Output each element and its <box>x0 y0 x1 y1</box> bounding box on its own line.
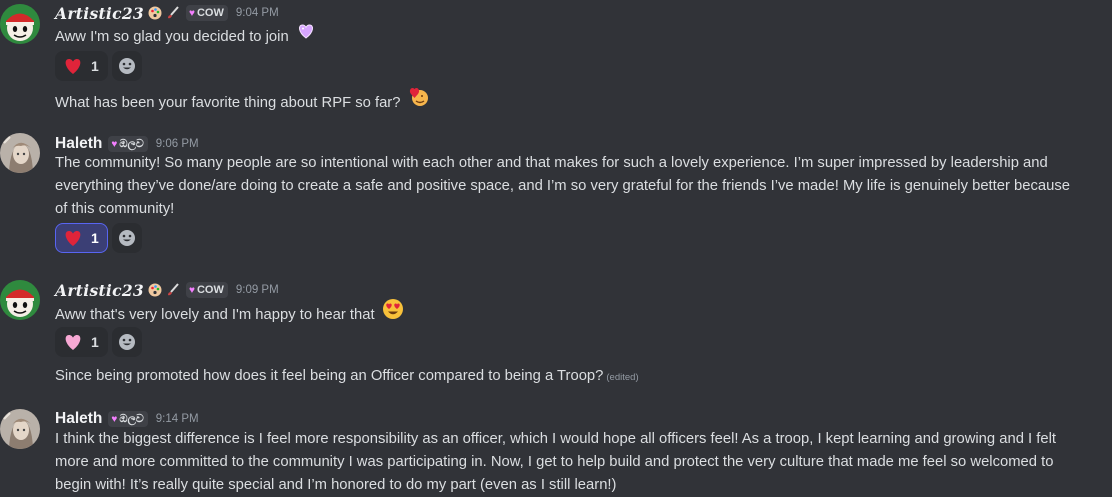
heart-emoji <box>65 231 81 246</box>
message-header: Artistic23 ♥ COW 9:04 PM <box>55 2 279 24</box>
add-reaction-button[interactable] <box>111 223 142 253</box>
add-reaction-button[interactable] <box>111 51 142 81</box>
reaction-count: 1 <box>91 230 99 246</box>
message-text-line: more and more committed to the community… <box>55 453 1054 470</box>
heart-face-emoji <box>408 86 430 116</box>
message-content: Aww I'm so glad you decided to join <box>55 23 316 51</box>
username[interactable]: Artistic23 <box>55 4 144 23</box>
heart-icon: ♥ <box>111 413 118 425</box>
add-reaction-icon <box>118 230 135 246</box>
timestamp[interactable]: 9:06 PM <box>156 138 199 150</box>
paintbrush-icon <box>166 283 180 297</box>
avatar[interactable] <box>0 133 40 173</box>
pink-heart-emoji <box>65 335 81 350</box>
username[interactable]: Artistic23 <box>55 281 144 300</box>
paintbrush-icon <box>166 6 180 20</box>
add-reaction-icon <box>118 58 135 74</box>
message-text: What has been your favorite thing about … <box>55 94 401 111</box>
heart-icon: ♥ <box>111 138 118 150</box>
avatar[interactable] <box>0 4 40 44</box>
guild-tag[interactable]: ♥ ඔලව <box>108 411 148 427</box>
guild-tag[interactable]: ♥ COW <box>186 5 228 21</box>
timestamp[interactable]: 9:09 PM <box>236 284 279 296</box>
guild-tag-label: COW <box>196 7 224 19</box>
timestamp[interactable]: 9:04 PM <box>236 7 279 19</box>
guild-tag-label: COW <box>196 284 224 296</box>
guild-tag[interactable]: ♥ ඔලව <box>108 136 148 152</box>
guild-tag-label: ඔලව <box>119 412 144 425</box>
heart-eyes-emoji <box>382 298 404 328</box>
message-text-line: begin with! It’s really quite special an… <box>55 476 617 493</box>
heart-icon: ♥ <box>189 284 195 296</box>
message-content: The community! So many people are so int… <box>55 152 1070 220</box>
message-text: Aww that's very lovely and I'm happy to … <box>55 306 375 323</box>
avatar[interactable] <box>0 409 40 449</box>
reaction-bar: 1 <box>55 223 142 253</box>
username[interactable]: Haleth <box>55 410 102 428</box>
reaction-bar: 1 <box>55 327 142 357</box>
message-text-line: of this community! <box>55 200 175 217</box>
edited-label: (edited) <box>606 372 639 383</box>
reaction-heart[interactable]: 1 <box>55 223 108 253</box>
username[interactable]: Haleth <box>55 135 102 153</box>
guild-tag-label: ඔලව <box>119 137 144 150</box>
reaction-heart[interactable]: 1 <box>55 51 108 81</box>
heart-emoji <box>65 59 81 74</box>
palette-icon <box>147 282 163 298</box>
reaction-count: 1 <box>91 58 99 74</box>
message-header: Artistic23 ♥ COW 9:09 PM <box>55 279 279 301</box>
message-text-line: everything they’ve done/are doing to cre… <box>55 177 1070 194</box>
sparkle-heart-emoji <box>296 21 316 49</box>
message-text: Since being promoted how does it feel be… <box>55 368 604 384</box>
message-text: Aww I'm so glad you decided to join <box>55 28 289 45</box>
reaction-count: 1 <box>91 334 99 350</box>
message-content: What has been your favorite thing about … <box>55 86 430 118</box>
message-header: Haleth ♥ ඔලව 9:14 PM <box>55 408 199 430</box>
message-text-line: I think the biggest difference is I feel… <box>55 431 1057 447</box>
reaction-pink-heart[interactable]: 1 <box>55 327 108 357</box>
guild-tag[interactable]: ♥ COW <box>186 282 228 298</box>
palette-icon <box>147 5 163 21</box>
heart-icon: ♥ <box>189 7 195 19</box>
add-reaction-button[interactable] <box>111 327 142 357</box>
reaction-bar: 1 <box>55 51 142 81</box>
message-content: I think the biggest difference is I feel… <box>55 428 1056 496</box>
message-text-line: The community! So many people are so int… <box>55 155 1048 171</box>
message-content: Aww that's very lovely and I'm happy to … <box>55 298 404 330</box>
timestamp[interactable]: 9:14 PM <box>156 413 199 425</box>
avatar[interactable] <box>0 280 40 320</box>
message-content: Since being promoted how does it feel be… <box>55 365 639 390</box>
add-reaction-icon <box>118 334 135 350</box>
